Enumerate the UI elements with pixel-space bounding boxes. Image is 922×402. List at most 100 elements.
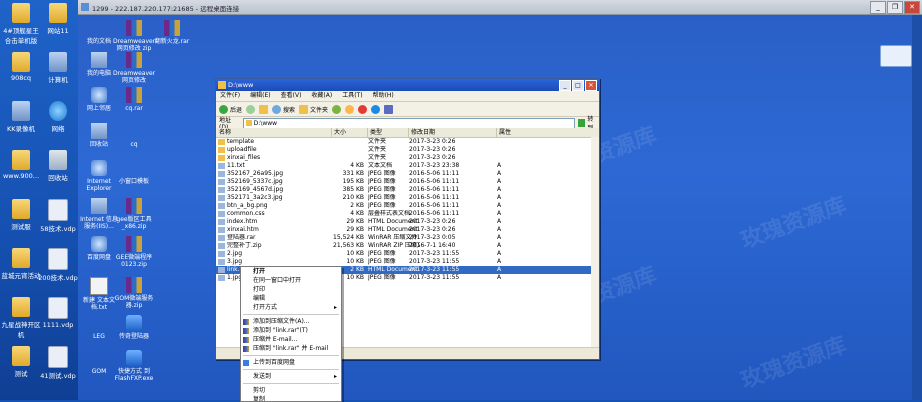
file-row[interactable]: 352169_4567d.jpg 385 KB JPEG 图像 2016-5-06 1…: [216, 186, 599, 194]
file-attr: A: [497, 258, 502, 265]
desktop-icon[interactable]: 41测试.vdp: [38, 346, 78, 380]
file-row[interactable]: btn_a_bg.png 2 KB JPEG 图像 2016-5-06 11:11 A: [216, 202, 599, 210]
remote-desktop-icon[interactable]: cq: [113, 123, 155, 148]
remote-icon-label: 传奇登陆器: [118, 333, 149, 340]
back-button[interactable]: 后退: [219, 104, 242, 114]
menu-item[interactable]: 帮助(H): [373, 91, 394, 101]
views-button[interactable]: [384, 104, 394, 114]
desktop-icon[interactable]: 回收站: [38, 150, 78, 182]
desktop-icon[interactable]: 测试服: [1, 199, 41, 231]
file-row[interactable]: 2.jpg 10 KB JPEG 图像 2017-3-23 11:55 A: [216, 250, 599, 258]
file-row[interactable]: common.css 4 KB 层叠样式表文档 2016-5-06 11:11 A: [216, 210, 599, 218]
context-menu-item[interactable]: 压缩并 E-mail...: [241, 335, 341, 344]
desktop-icon[interactable]: 测试: [1, 346, 41, 378]
context-menu-item[interactable]: 打开方式: [241, 303, 341, 312]
desktop-icon[interactable]: 九星战神开区机: [1, 297, 41, 339]
remote-desktop-icon[interactable]: 传奇登陆器: [113, 315, 155, 340]
remote-desktop-icon[interactable]: [78, 390, 120, 400]
explorer-minimize-button[interactable]: _: [559, 80, 571, 91]
toolbar: 后退 搜索 文件夹: [216, 102, 599, 117]
remote-desktop-icon[interactable]: 快捷方式 到 FlashFXP.exe: [113, 350, 155, 382]
context-menu-item[interactable]: 剪切: [241, 386, 341, 395]
context-menu-item[interactable]: 打开: [241, 267, 341, 276]
desktop-icon[interactable]: 网站11: [38, 3, 78, 35]
context-menu-label: 剪切: [253, 387, 266, 394]
forward-button[interactable]: [246, 104, 256, 114]
remote-desktop-icon[interactable]: gee版区工具 _x86.zip: [113, 198, 155, 230]
rar-icon: [126, 277, 142, 293]
desktop-icon[interactable]: KK录像机: [1, 101, 41, 133]
file-row[interactable]: 3.jpg 10 KB JPEG 图像 2017-3-23 11:55 A: [216, 258, 599, 266]
remote-desktop-icon[interactable]: Dreamweaver 网页修改: [113, 52, 155, 84]
desktop-icon[interactable]: 蓝城元宵活动: [1, 248, 41, 280]
folder-row[interactable]: template 文件夹 2017-3-23 0:26: [216, 138, 599, 146]
column-header-type[interactable]: 类型: [367, 128, 409, 137]
file-row[interactable]: 352169_5337c.jpg 195 KB JPEG 图像 2016-5-06 1…: [216, 178, 599, 186]
remote-desktop-icon[interactable]: GOM微端服务 器.zip: [113, 277, 155, 309]
remote-desktop-icon: [81, 3, 89, 11]
column-header-attr[interactable]: 属性: [496, 128, 594, 137]
explorer-close-button[interactable]: ✕: [585, 80, 597, 91]
explorer-maximize-button[interactable]: □: [572, 80, 584, 91]
remote-desktop-icon[interactable]: 小窗口模板: [113, 160, 155, 185]
context-menu-item[interactable]: 发送到: [241, 372, 341, 381]
folder-row[interactable]: xinxai_files 文件夹 2017-3-23 0:26: [216, 154, 599, 162]
menu-item[interactable]: 查看(V): [281, 91, 302, 101]
column-header-date[interactable]: 修改日期: [408, 128, 497, 137]
file-size: 15,524 KB: [333, 234, 364, 241]
file-row[interactable]: 352167_26a95.jpg 331 KB JPEG 图像 2016-5-06 1…: [216, 170, 599, 178]
desktop-icon[interactable]: 计算机: [38, 52, 78, 84]
desktop-icon[interactable]: 200技术.vdp: [38, 248, 78, 282]
remote-desktop-icon[interactable]: cq.rar: [113, 87, 155, 112]
desktop-icon[interactable]: 58技术.vdp: [38, 199, 78, 233]
delete-button[interactable]: [358, 104, 368, 114]
file-row[interactable]: 登陆器.rar 15,524 KB WinRAR 压缩文件 2017-3-23 0:0…: [216, 234, 599, 242]
desktop-icon[interactable]: 908cq: [1, 52, 41, 82]
undo-button[interactable]: [371, 104, 381, 114]
folders-button[interactable]: 文件夹: [299, 104, 328, 114]
menu-item[interactable]: 编辑(E): [250, 91, 270, 101]
side-widget[interactable]: [880, 45, 912, 67]
up-button[interactable]: [259, 104, 269, 114]
menu-item[interactable]: 文件(F): [220, 91, 240, 101]
vertical-scrollbar[interactable]: [591, 137, 599, 347]
context-menu-item[interactable]: 添加到压缩文件(A)...: [241, 317, 341, 326]
menu-item[interactable]: 收藏(A): [311, 91, 332, 101]
desktop-icon[interactable]: www.900...: [1, 150, 41, 180]
context-menu-item[interactable]: 压缩到 "link.rar" 并 E-mail: [241, 344, 341, 353]
file-row[interactable]: xinxai.htm 29 KB HTML Document 2017-3-23 0:…: [216, 226, 599, 234]
context-menu-item[interactable]: 上传到百度网盘: [241, 358, 341, 367]
context-menu-label: 打印: [253, 286, 266, 293]
column-header-name[interactable]: 名称: [216, 128, 332, 137]
move-button[interactable]: [332, 104, 342, 114]
file-row[interactable]: 11.txt 4 KB 文本文档 2017-3-23 23:38 A: [216, 162, 599, 170]
desktop-icon[interactable]: 4#顶舰星王 合击单机版: [1, 3, 41, 45]
context-menu-item[interactable]: 添加到 "link.rar"(T): [241, 326, 341, 335]
file-name: 11.txt: [218, 162, 337, 170]
menu-separator: [243, 383, 339, 384]
context-menu-item[interactable]: 编辑: [241, 294, 341, 303]
remote-desktop-icon[interactable]: GEE微端程序 0123.zip: [113, 236, 155, 268]
close-button[interactable]: ✕: [904, 1, 920, 14]
desktop-icon[interactable]: 网络: [38, 101, 78, 133]
file-row[interactable]: 352171_3a2c3.jpg 210 KB JPEG 图像 2016-5-06 1…: [216, 194, 599, 202]
menu-item[interactable]: 工具(T): [342, 91, 362, 101]
search-icon: [272, 104, 282, 114]
file-name: template: [218, 138, 337, 146]
column-header-size[interactable]: 大小: [331, 128, 368, 137]
file-row[interactable]: index.htm 29 KB HTML Document 2017-3-23 0:2…: [216, 218, 599, 226]
remote-desktop-icon[interactable]: 翻新火龙.rar: [151, 20, 193, 45]
minimize-button[interactable]: _: [870, 1, 886, 14]
file-name: 352171_3a2c3.jpg: [218, 194, 337, 202]
file-row[interactable]: 完整补丁.zip21,563 KBWinRAR ZIP 压缩文件2016-7-1…: [216, 242, 599, 250]
context-menu-item[interactable]: 在同一窗口中打开: [241, 276, 341, 285]
context-menu-item[interactable]: 复制: [241, 395, 341, 401]
copy-button[interactable]: [345, 104, 355, 114]
address-input[interactable]: D:\www: [242, 117, 575, 129]
desktop-icon[interactable]: 1111.vdp: [38, 297, 78, 329]
remote-desktop-icon[interactable]: Dreamweaver 网页修改 zip: [113, 20, 155, 52]
folder-row[interactable]: uploadfile 文件夹 2017-3-23 0:26: [216, 146, 599, 154]
context-menu-item[interactable]: 打印: [241, 285, 341, 294]
restore-button[interactable]: ❐: [887, 1, 903, 14]
search-button[interactable]: 搜索: [272, 104, 295, 114]
